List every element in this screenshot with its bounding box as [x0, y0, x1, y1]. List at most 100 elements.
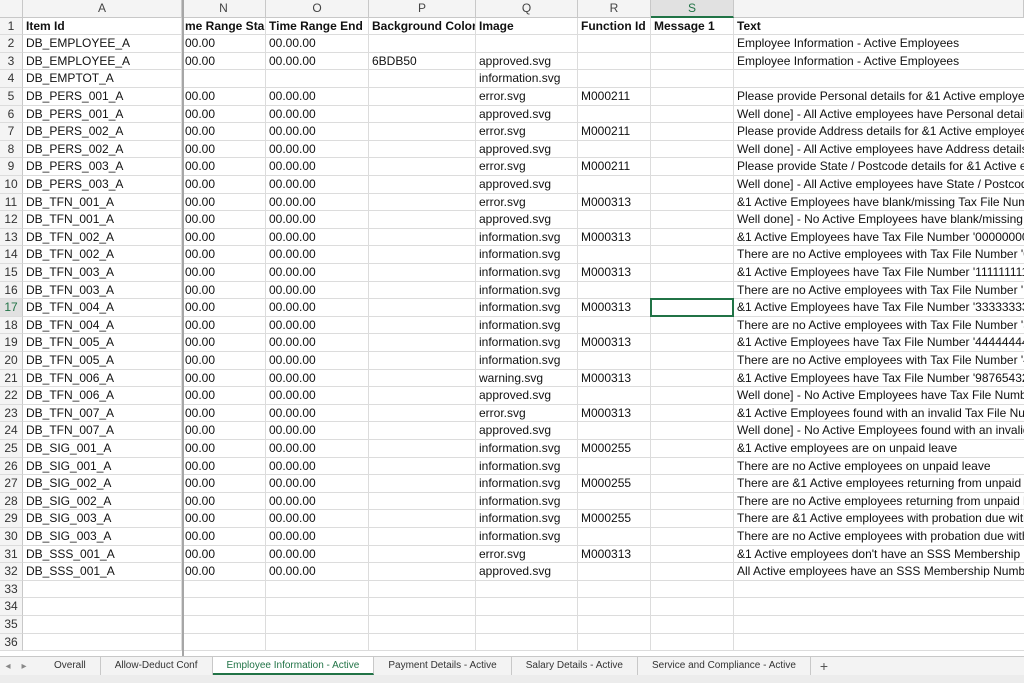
cell-time-range-end[interactable]: 00.00.00	[266, 475, 369, 493]
cell-text[interactable]: There are no Active employees with Tax F…	[734, 246, 1024, 264]
cell-function-id[interactable]	[578, 528, 651, 546]
cell-image[interactable]: information.svg	[476, 228, 578, 247]
cell-text[interactable]: Well done] - No Active Employees have Ta…	[734, 387, 1024, 405]
cell-text[interactable]: &1 Active Employees have Tax File Number…	[734, 370, 1024, 388]
row-number[interactable]: 30	[0, 528, 23, 546]
cell-text[interactable]: Please provide Address details for &1 Ac…	[734, 123, 1024, 141]
cell-time-range-end[interactable]: 00.00.00	[266, 369, 369, 388]
spreadsheet-grid[interactable]: A N O P Q R S 1 Item Id me Range Start Time…	[0, 0, 1024, 656]
cell-message-1[interactable]	[651, 88, 734, 106]
cell-text[interactable]	[734, 634, 1024, 652]
row-number[interactable]: 9	[0, 158, 23, 176]
cell-image[interactable]: information.svg	[476, 510, 578, 528]
column-header-T[interactable]	[734, 0, 1024, 18]
cell-time-range-end[interactable]: 00.00.00	[266, 193, 369, 212]
cell-item-id[interactable]: DB_PERS_003_A	[23, 176, 182, 194]
cell-time-range-start[interactable]	[182, 580, 266, 599]
cell-message-1[interactable]	[651, 158, 734, 176]
cell-function-id[interactable]: M000255	[578, 475, 651, 493]
cell-time-range-end[interactable]	[266, 598, 369, 616]
row-number[interactable]: 26	[0, 457, 23, 476]
cell-text[interactable]: There are no Active employees with proba…	[734, 528, 1024, 546]
sheet-tab[interactable]: Payment Details - Active	[374, 657, 512, 675]
sheet-tab[interactable]: Overall	[40, 657, 101, 675]
row-number[interactable]: 13	[0, 228, 23, 247]
cell-image[interactable]: error.svg	[476, 545, 578, 564]
cell-text[interactable]: Employee Information - Active Employees	[734, 53, 1024, 71]
column-header-R[interactable]: R	[578, 0, 651, 18]
cell-time-range-end[interactable]: 00.00.00	[266, 316, 369, 335]
cell-message-1[interactable]	[651, 492, 734, 511]
cell-message-1[interactable]	[651, 316, 734, 335]
cell-function-id[interactable]	[578, 616, 651, 634]
cell-function-id[interactable]: M000313	[578, 193, 651, 212]
cell-function-id[interactable]: M000313	[578, 334, 651, 352]
cell-item-id[interactable]: DB_TFN_004_A	[23, 299, 182, 317]
cell-image[interactable]: error.svg	[476, 158, 578, 176]
cell-time-range-end[interactable]: 00.00.00	[266, 404, 369, 423]
cell-time-range-start[interactable]: 00.00	[182, 105, 266, 124]
cell-text[interactable]	[734, 581, 1024, 599]
cell-message-1[interactable]	[651, 616, 734, 634]
cell-background-color[interactable]	[369, 633, 476, 652]
cell-image[interactable]: information.svg	[476, 475, 578, 493]
cell-message-1[interactable]	[651, 475, 734, 493]
cell-message-1[interactable]	[651, 334, 734, 352]
row-number[interactable]: 19	[0, 334, 23, 352]
cell-image[interactable]: information.svg	[476, 264, 578, 282]
cell-image[interactable]: information.svg	[476, 316, 578, 335]
cell-time-range-start[interactable]: 00.00	[182, 475, 266, 493]
row-number[interactable]: 31	[0, 545, 23, 564]
cell-message-1[interactable]	[651, 422, 734, 440]
cell-image[interactable]	[476, 35, 578, 53]
cell-background-color[interactable]	[369, 475, 476, 493]
row-number[interactable]: 15	[0, 264, 23, 282]
cell-time-range-start[interactable]: 00.00	[182, 123, 266, 141]
cell-background-color[interactable]	[369, 580, 476, 599]
cell-function-id[interactable]: M000313	[578, 299, 651, 317]
cell-text[interactable]	[734, 616, 1024, 634]
cell-item-id[interactable]: DB_SIG_003_A	[23, 528, 182, 546]
cell-text[interactable]: &1 Active Employees have Tax File Number…	[734, 299, 1024, 317]
cell-background-color[interactable]	[369, 88, 476, 106]
cell-time-range-start[interactable]: 00.00	[182, 352, 266, 370]
cell-item-id[interactable]: DB_PERS_001_A	[23, 105, 182, 124]
cell-image[interactable]: information.svg	[476, 299, 578, 317]
cell-time-range-end[interactable]: 00.00.00	[266, 352, 369, 370]
cell-text[interactable]	[734, 598, 1024, 616]
cell-function-id[interactable]: M000255	[578, 510, 651, 528]
column-header-Q[interactable]: Q	[476, 0, 578, 18]
cell-time-range-start[interactable]: 00.00	[182, 422, 266, 440]
cell-text[interactable]: All Active employees have an SSS Members…	[734, 563, 1024, 581]
cell-time-range-end[interactable]	[266, 580, 369, 599]
cell-item-id[interactable]	[23, 616, 182, 634]
cell-text[interactable]: There are no Active employees on unpaid …	[734, 458, 1024, 476]
cell-item-id[interactable]: DB_TFN_007_A	[23, 404, 182, 423]
cell-time-range-start[interactable]: 00.00	[182, 563, 266, 581]
cell-function-id[interactable]	[578, 140, 651, 159]
cell-background-color[interactable]: Background Color	[369, 17, 476, 36]
cell-time-range-end[interactable]	[266, 633, 369, 652]
cell-image[interactable]: approved.svg	[476, 105, 578, 124]
cell-time-range-end[interactable]: 00.00.00	[266, 492, 369, 511]
cell-image[interactable]: approved.svg	[476, 563, 578, 581]
cell-background-color[interactable]	[369, 35, 476, 53]
row-number[interactable]: 10	[0, 176, 23, 194]
cell-time-range-start[interactable]: 00.00	[182, 35, 266, 53]
cell-message-1[interactable]	[651, 140, 734, 159]
row-number[interactable]: 36	[0, 633, 23, 652]
cell-time-range-end[interactable]: 00.00.00	[266, 246, 369, 264]
cell-message-1[interactable]	[651, 246, 734, 264]
row-number[interactable]: 22	[0, 387, 23, 405]
cell-time-range-start[interactable]: 00.00	[182, 228, 266, 247]
cell-background-color[interactable]	[369, 281, 476, 300]
row-number[interactable]: 16	[0, 281, 23, 300]
cell-message-1[interactable]	[651, 369, 734, 388]
cell-time-range-end[interactable]: 00.00.00	[266, 158, 369, 176]
cell-function-id[interactable]	[578, 105, 651, 124]
next-sheet-icon[interactable]: ▸	[16, 661, 32, 672]
row-number[interactable]: 33	[0, 580, 23, 599]
cell-background-color[interactable]	[369, 598, 476, 616]
cell-image[interactable]: information.svg	[476, 246, 578, 264]
cell-message-1[interactable]	[651, 598, 734, 616]
